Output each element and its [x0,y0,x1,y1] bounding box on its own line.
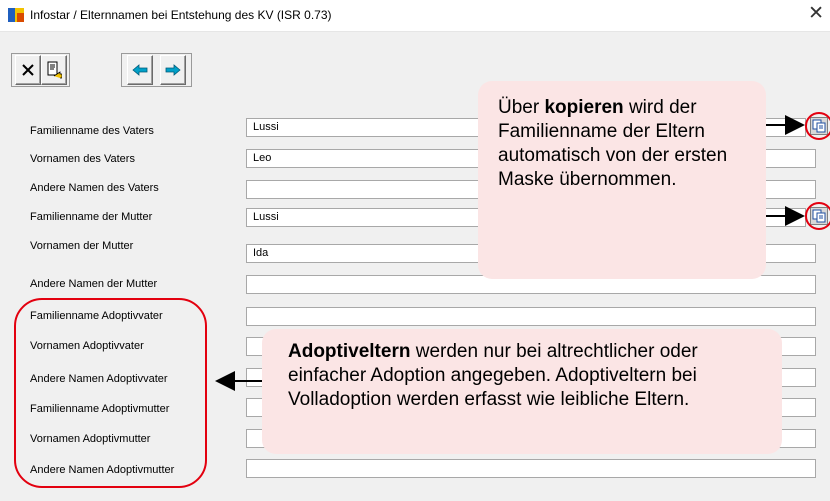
insert-record-button[interactable] [41,55,67,85]
familienname-adoptivvater-input[interactable] [246,307,816,326]
window-title: Infostar / Elternnamen bei Entstehung de… [30,8,332,22]
next-button[interactable] [160,55,186,85]
label-vornamen-vater: Vornamen des Vaters [30,153,135,165]
document-arrow-icon [47,61,62,79]
app-icon [8,8,24,22]
window-close-button[interactable]: ✕ [808,3,824,25]
adoption-callout: Adoptiveltern werden nur bei altrechtlic… [262,329,782,454]
copy-highlight-ring [805,202,830,230]
adoptive-labels-highlight [14,298,207,488]
x-icon [22,64,34,76]
copy-callout: Über kopieren wird der Familienname der … [478,81,766,279]
label-andere-namen-vater: Andere Namen des Vaters [30,182,159,194]
label-vornamen-mutter: Vornamen der Mutter [30,240,134,252]
title-bar: Infostar / Elternnamen bei Entstehung de… [0,0,830,32]
label-andere-namen-mutter: Andere Namen der Mutter [30,278,158,290]
adoption-callout-text: Adoptiveltern werden nur bei altrechtlic… [288,341,698,410]
andere-namen-adoptivmutter-input[interactable] [246,459,816,478]
previous-button[interactable] [127,55,153,85]
close-form-button[interactable] [15,55,41,85]
label-familienname-vater: Familienname des Vaters [30,125,154,137]
label-familienname-mutter: Familienname der Mutter [30,211,153,223]
arrow-left-icon [132,64,148,76]
copy-callout-text: Über kopieren wird der Familienname der … [498,97,728,190]
copy-highlight-ring [805,112,830,140]
arrow-right-icon [165,64,181,76]
